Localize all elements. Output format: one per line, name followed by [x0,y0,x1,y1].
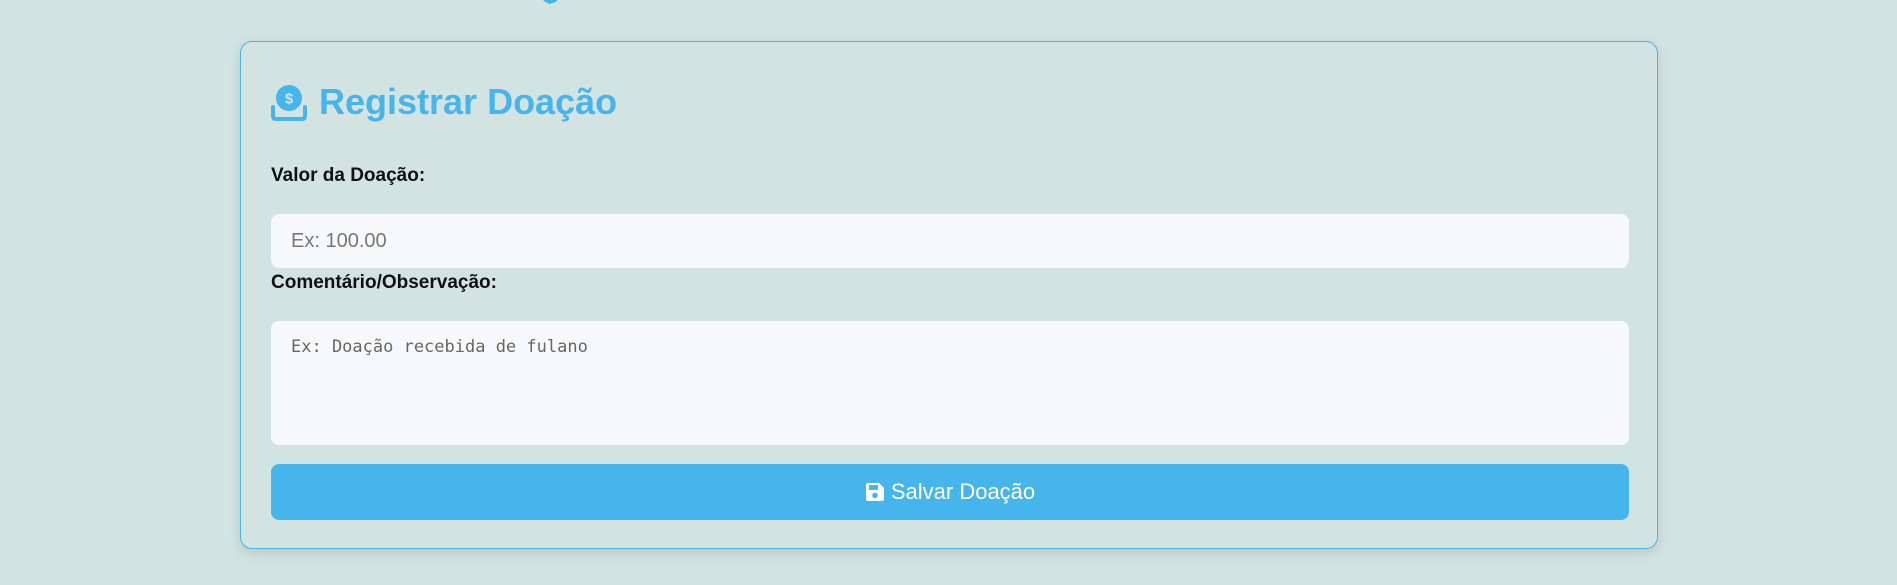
form-header: $ Registrar Doação [271,81,617,123]
form-title: Registrar Doação [319,81,618,122]
save-donation-button[interactable]: Salvar Doação [271,464,1629,520]
comment-label: Comentário/Observação: [271,272,497,293]
donation-value-label: Valor da Doação: [271,165,426,186]
page-heading-fragment: ç [540,0,560,4]
hand-holding-dollar-icon: $ [271,85,307,121]
comment-textarea[interactable] [271,321,1629,445]
save-button-label: Salvar Doação [890,479,1036,504]
donation-form-card: $ Registrar Doação Valor da Doação: Come… [240,41,1658,549]
floppy-disk-icon [865,483,884,501]
svg-text:$: $ [285,91,294,108]
donation-value-input[interactable] [271,214,1629,268]
